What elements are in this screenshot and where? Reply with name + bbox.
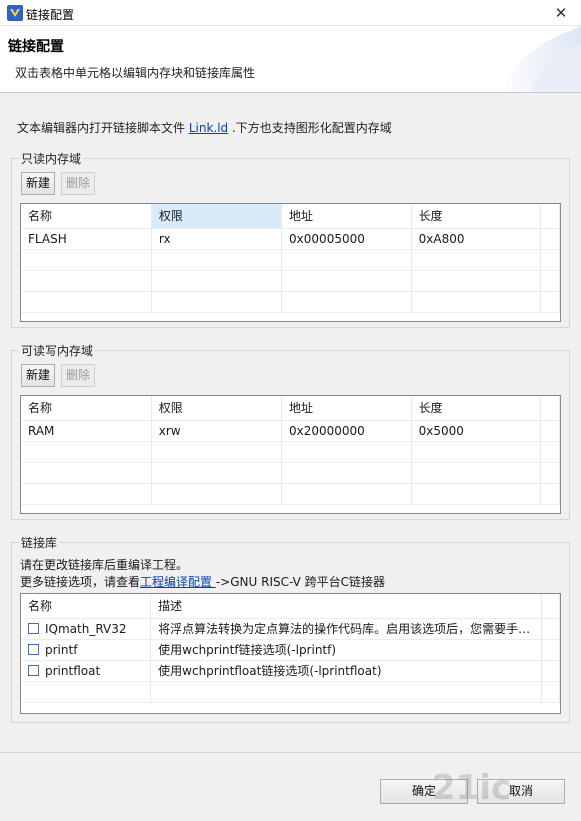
app-logo-icon: [7, 5, 23, 21]
table-row: [21, 462, 560, 484]
table-cell[interactable]: FLASH: [21, 228, 152, 250]
table-cell: 使用wchprintf链接选项(-lprintf): [150, 639, 542, 661]
table-cell[interactable]: RAM: [21, 420, 152, 442]
header-title: 链接配置: [8, 39, 64, 55]
table-cell[interactable]: 0xA800: [411, 228, 542, 250]
table-cell[interactable]: 0x20000000: [281, 420, 412, 442]
table-cell[interactable]: 0x00005000: [281, 228, 412, 250]
table-row: [21, 441, 560, 463]
library-note: 请在更改链接库后重编译工程。: [20, 558, 189, 572]
table-cell[interactable]: printfloat: [21, 660, 152, 682]
library-name: IQmath_RV32: [45, 621, 127, 636]
column-header: [540, 396, 560, 421]
close-icon: ✕: [554, 4, 568, 22]
intro-text: 文本编辑器内打开链接脚本文件 Link.ld .下方也支持图形化配置内存域: [17, 119, 392, 136]
readwrite-legend: 可读写内存域: [19, 342, 96, 359]
table-cell: [540, 228, 560, 250]
table-row[interactable]: printf 使用wchprintf链接选项(-lprintf): [21, 639, 560, 661]
table-cell: [541, 618, 560, 640]
column-header[interactable]: 权限: [151, 204, 283, 229]
link-ld-link[interactable]: Link.ld: [189, 121, 228, 135]
table-cell[interactable]: rx: [151, 228, 283, 250]
table-row: [21, 681, 560, 703]
table-row[interactable]: printfloat 使用wchprintfloat链接选项(-lprintfl…: [21, 660, 560, 682]
column-header[interactable]: 名称: [21, 204, 152, 229]
dialog-header: 链接配置 双击表格中单元格以编辑内存块和链接库属性: [0, 26, 581, 93]
table-cell[interactable]: xrw: [151, 420, 283, 442]
header-description: 双击表格中单元格以编辑内存块和链接库属性: [15, 66, 256, 80]
library-legend: 链接库: [19, 534, 60, 551]
readwrite-table: 名称 权限 地址 长度 RAM xrw 0x20000000 0x5000: [20, 395, 561, 514]
title-bar: 链接配置 ✕: [0, 0, 581, 26]
column-header[interactable]: 长度: [411, 396, 542, 421]
table-cell: [540, 420, 560, 442]
more-options-suffix: ->GNU RISC-V 跨平台C链接器: [215, 575, 386, 589]
table-header-row: 名称 权限 地址 长度: [21, 396, 560, 421]
build-config-link[interactable]: 工程编译配置: [140, 575, 216, 589]
table-cell: [541, 639, 560, 661]
readonly-new-button[interactable]: 新建: [21, 172, 55, 195]
table-row[interactable]: RAM xrw 0x20000000 0x5000: [21, 420, 560, 442]
column-header[interactable]: 权限: [151, 396, 283, 421]
table-cell: 将浮点算法转换为定点算法的操作代码库。启用该选项后，您需要手…: [150, 618, 542, 640]
table-header-row: 名称 描述: [21, 594, 560, 619]
column-header[interactable]: 长度: [411, 204, 542, 229]
column-header[interactable]: 地址: [281, 204, 412, 229]
table-row: [21, 249, 560, 271]
intro-prefix: 文本编辑器内打开链接脚本文件: [17, 121, 189, 135]
readonly-legend: 只读内存域: [19, 150, 84, 167]
intro-suffix: .下方也支持图形化配置内存域: [228, 121, 392, 135]
library-table: 名称 描述 IQmath_RV32 将浮点算法转换为定点算法的操作代码库。启用该…: [20, 593, 561, 714]
close-button[interactable]: ✕: [552, 4, 570, 22]
table-cell[interactable]: printf: [21, 639, 152, 661]
checkbox[interactable]: [28, 664, 39, 676]
table-cell: [541, 660, 560, 682]
table-row[interactable]: IQmath_RV32 将浮点算法转换为定点算法的操作代码库。启用该选项后，您需…: [21, 618, 560, 640]
table-cell[interactable]: 0x5000: [411, 420, 542, 442]
checkbox[interactable]: [28, 643, 39, 655]
column-header: [541, 594, 560, 619]
column-header[interactable]: 描述: [150, 594, 542, 619]
checkbox[interactable]: [28, 622, 39, 634]
readonly-delete-button[interactable]: 删除: [61, 172, 95, 195]
table-row: [21, 483, 560, 505]
readwrite-delete-button[interactable]: 删除: [61, 364, 95, 387]
window-title: 链接配置: [26, 8, 75, 22]
column-header[interactable]: 名称: [21, 594, 152, 619]
more-options-prefix: 更多链接选项，请查看: [20, 575, 141, 589]
footer-divider: [0, 752, 581, 753]
readonly-table: 名称 权限 地址 长度 FLASH rx 0x00005000 0xA800: [20, 203, 561, 322]
column-header[interactable]: 地址: [281, 396, 412, 421]
column-header: [540, 204, 560, 229]
table-cell[interactable]: IQmath_RV32: [21, 618, 152, 640]
table-cell: 使用wchprintfloat链接选项(-lprintfloat): [150, 660, 542, 682]
column-header[interactable]: 名称: [21, 396, 152, 421]
library-name: printfloat: [45, 663, 101, 678]
watermark-logo: 21ic: [432, 768, 512, 808]
readwrite-new-button[interactable]: 新建: [21, 364, 55, 387]
table-row: [21, 270, 560, 292]
table-header-row: 名称 权限 地址 长度: [21, 204, 560, 229]
library-name: printf: [45, 642, 78, 657]
table-row: [21, 291, 560, 313]
header-decoration: [500, 26, 581, 92]
library-more-options: 更多链接选项，请查看工程编译配置 ->GNU RISC-V 跨平台C链接器: [20, 573, 385, 590]
table-row[interactable]: FLASH rx 0x00005000 0xA800: [21, 228, 560, 250]
